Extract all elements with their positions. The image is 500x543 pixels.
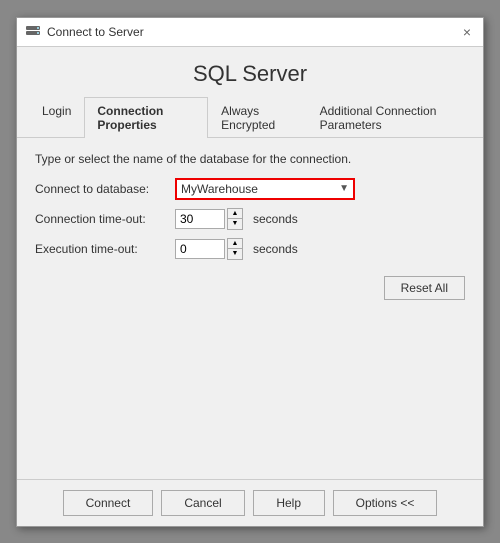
database-dropdown[interactable]: MyWarehouse ▼ (175, 178, 355, 200)
connection-timeout-down-button[interactable]: ▼ (228, 219, 242, 229)
app-title: SQL Server (17, 47, 483, 97)
tab-additional-connection-parameters[interactable]: Additional Connection Parameters (307, 97, 471, 138)
execution-timeout-up-button[interactable]: ▲ (228, 239, 242, 249)
cancel-button[interactable]: Cancel (161, 490, 244, 516)
title-bar-text: Connect to Server (47, 25, 144, 39)
execution-timeout-control: ▲ ▼ seconds (175, 238, 465, 260)
tab-login[interactable]: Login (29, 97, 84, 138)
title-bar-left: Connect to Server (25, 24, 144, 40)
connection-timeout-spinner: ▲ ▼ (175, 208, 243, 230)
connection-timeout-input[interactable] (175, 209, 225, 229)
execution-timeout-row: Execution time-out: ▲ ▼ seconds (35, 238, 465, 260)
tab-connection-properties[interactable]: Connection Properties (84, 97, 208, 138)
help-button[interactable]: Help (253, 490, 325, 516)
execution-timeout-spinner: ▲ ▼ (175, 238, 243, 260)
connection-timeout-row: Connection time-out: ▲ ▼ seconds (35, 208, 465, 230)
execution-timeout-spinner-buttons: ▲ ▼ (227, 238, 243, 260)
tab-content: Type or select the name of the database … (17, 138, 483, 397)
content-hint: Type or select the name of the database … (35, 152, 465, 166)
execution-timeout-down-button[interactable]: ▼ (228, 249, 242, 259)
server-icon (25, 24, 41, 40)
execution-timeout-input[interactable] (175, 239, 225, 259)
database-dropdown-value: MyWarehouse (181, 182, 258, 196)
chevron-down-icon: ▼ (339, 183, 349, 194)
tabs-row: Login Connection Properties Always Encry… (17, 97, 483, 138)
connection-timeout-spinner-buttons: ▲ ▼ (227, 208, 243, 230)
reset-all-button[interactable]: Reset All (384, 276, 465, 300)
connection-timeout-seconds: seconds (253, 212, 298, 226)
connect-to-database-row: Connect to database: MyWarehouse ▼ (35, 178, 465, 200)
options-button[interactable]: Options << (333, 490, 438, 516)
connect-to-database-label: Connect to database: (35, 182, 175, 196)
connect-button[interactable]: Connect (63, 490, 154, 516)
connection-timeout-control: ▲ ▼ seconds (175, 208, 465, 230)
title-bar: Connect to Server × (17, 18, 483, 47)
connect-to-database-control: MyWarehouse ▼ (175, 178, 465, 200)
connect-to-server-window: Connect to Server × SQL Server Login Con… (16, 17, 484, 527)
connection-timeout-label: Connection time-out: (35, 212, 175, 226)
execution-timeout-label: Execution time-out: (35, 242, 175, 256)
connection-timeout-up-button[interactable]: ▲ (228, 209, 242, 219)
reset-row: Reset All (35, 276, 465, 300)
close-button[interactable]: × (459, 25, 475, 39)
tab-always-encrypted[interactable]: Always Encrypted (208, 97, 306, 138)
footer: Connect Cancel Help Options << (17, 479, 483, 526)
execution-timeout-seconds: seconds (253, 242, 298, 256)
